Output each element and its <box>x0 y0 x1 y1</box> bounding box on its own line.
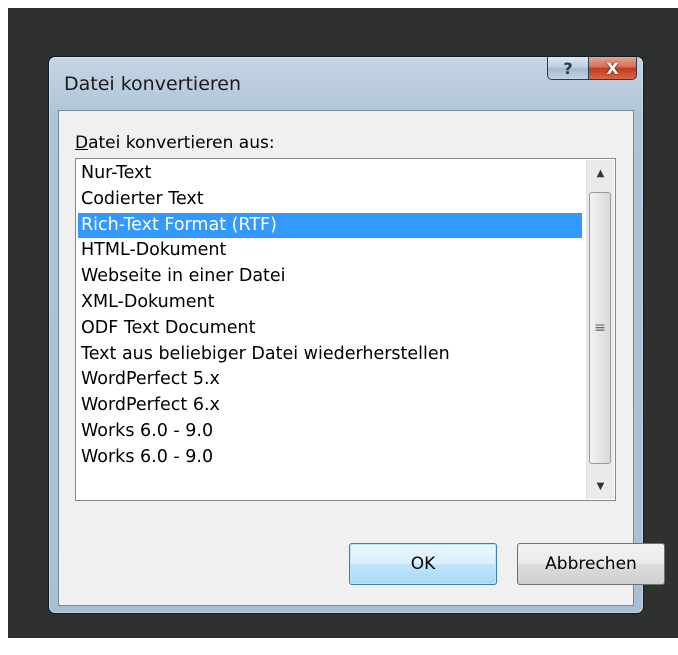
format-list-items: Nur-Text Codierter Text Rich-Text Format (… <box>78 161 582 471</box>
list-item[interactable]: HTML-Dokument <box>78 238 582 264</box>
scroll-down-icon[interactable]: ▼ <box>587 473 614 499</box>
list-label-text: atei konvertieren aus: <box>88 133 275 153</box>
list-item[interactable]: ODF Text Document <box>78 316 582 342</box>
list-item[interactable]: WordPerfect 6.x <box>78 393 582 419</box>
help-button[interactable]: ? <box>547 57 589 80</box>
ok-button[interactable]: OK <box>349 543 497 585</box>
list-item[interactable]: XML-Dokument <box>78 290 582 316</box>
convert-file-dialog: Datei konvertieren ? X Datei konvertiere… <box>48 56 665 614</box>
list-item[interactable]: Works 6.0 - 9.0 <box>78 419 582 445</box>
cancel-button[interactable]: Abbrechen <box>517 543 665 585</box>
list-item[interactable]: WordPerfect 5.x <box>78 367 582 393</box>
dialog-title: Datei konvertieren <box>64 73 242 95</box>
list-item[interactable]: Codierter Text <box>78 187 582 213</box>
list-item[interactable]: Works 6.0 - 9.0 <box>78 445 582 471</box>
grip-icon: ≡ <box>594 320 606 336</box>
scroll-thumb[interactable]: ≡ <box>589 192 611 464</box>
list-label: Datei konvertieren aus: <box>75 133 275 153</box>
dialog-client-area: Datei konvertieren aus: Nur-Text Codierte… <box>58 110 634 606</box>
scroll-up-icon[interactable]: ▲ <box>587 160 614 186</box>
vertical-scrollbar[interactable]: ▲ ≡ ▼ <box>586 160 614 499</box>
close-button[interactable]: X <box>589 57 637 80</box>
list-label-access-key: D <box>75 133 89 153</box>
list-item[interactable]: Rich-Text Format (RTF) <box>78 212 582 239</box>
list-item[interactable]: Webseite in einer Datei <box>78 264 582 290</box>
format-listbox[interactable]: Nur-Text Codierter Text Rich-Text Format (… <box>75 158 616 501</box>
list-item[interactable]: Nur-Text <box>78 161 582 187</box>
caption-buttons: ? X <box>547 57 637 81</box>
list-item[interactable]: Text aus beliebiger Datei wiederherstell… <box>78 342 582 368</box>
